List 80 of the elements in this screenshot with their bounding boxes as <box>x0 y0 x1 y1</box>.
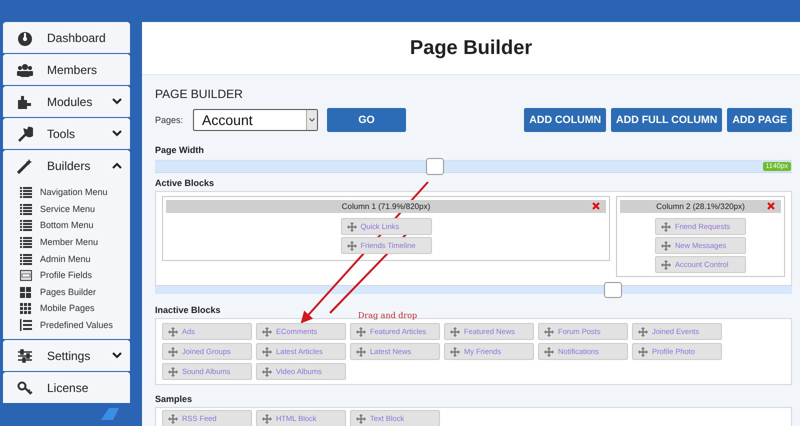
menu-icon <box>17 126 33 142</box>
move-icon <box>661 240 671 250</box>
submenu-icon <box>20 202 32 215</box>
sidebar-item[interactable]: License <box>3 372 130 404</box>
column-split-slider[interactable] <box>155 282 792 298</box>
inactive-blocks-label: Inactive Blocks <box>155 305 221 315</box>
page-width-label: Page Width <box>155 145 204 155</box>
move-icon <box>262 366 272 376</box>
submenu-item[interactable]: Pages Builder <box>20 284 130 300</box>
section-title: PAGE BUILDER <box>155 87 244 101</box>
submenu-icon <box>20 302 32 314</box>
sidebar-item[interactable]: Dashboard <box>3 22 130 53</box>
submenu-icon <box>20 252 32 265</box>
add-button[interactable]: ADD FULL COLUMN <box>611 108 722 132</box>
move-icon <box>638 346 648 356</box>
move-icon <box>346 222 356 232</box>
menu-icon <box>17 348 33 364</box>
move-icon <box>168 366 178 376</box>
sidebar-item[interactable]: Members <box>3 54 130 85</box>
sidebar-item[interactable]: Tools <box>3 118 130 149</box>
move-icon <box>544 346 554 356</box>
move-icon <box>262 326 272 336</box>
menu-icon <box>17 158 33 174</box>
caret-icon <box>309 118 316 122</box>
move-icon <box>544 326 554 336</box>
move-icon <box>661 260 671 270</box>
pages-label: Pages: <box>155 115 184 125</box>
menu-icon <box>17 380 33 396</box>
move-icon <box>168 414 178 424</box>
move-icon <box>262 346 272 356</box>
slider-handle[interactable] <box>604 282 622 298</box>
move-icon <box>356 326 366 336</box>
move-icon <box>168 346 178 356</box>
submenu-item[interactable]: Profile Fields <box>20 266 130 284</box>
move-icon <box>356 414 366 424</box>
chevron-icon <box>112 98 122 105</box>
close-icon[interactable] <box>767 202 775 210</box>
active-blocks-label: Active Blocks <box>155 178 214 188</box>
move-icon <box>346 240 356 250</box>
sidebar-item[interactable]: Settings <box>3 340 130 372</box>
submenu-icon <box>20 236 32 248</box>
submenu-item[interactable]: Service Menu <box>20 200 130 218</box>
sidebar-item[interactable]: Builders <box>3 150 130 181</box>
column-title: Column 1 (71.9%/820px) <box>166 200 606 213</box>
sidebar-item[interactable]: Modules <box>3 86 130 117</box>
submenu-item[interactable]: Predefined Values <box>20 316 130 334</box>
move-icon <box>356 346 366 356</box>
submenu-icon <box>20 286 32 298</box>
menu-icon <box>17 94 33 110</box>
samples-label: Samples <box>155 394 192 404</box>
submenu-item[interactable]: Admin Menu <box>20 250 130 267</box>
add-button[interactable]: ADD COLUMN <box>524 108 606 132</box>
move-icon <box>262 414 272 424</box>
chevron-icon <box>112 130 122 137</box>
submenu-item[interactable]: Mobile Pages <box>20 300 130 317</box>
add-button[interactable]: ADD PAGE <box>727 108 792 132</box>
menu-icon <box>17 62 33 78</box>
annotation-text: Drag and drop <box>358 311 418 320</box>
chevron-icon <box>112 162 122 169</box>
logo-shape <box>101 408 119 420</box>
move-icon <box>168 326 178 336</box>
move-icon <box>450 346 460 356</box>
slider-handle[interactable] <box>426 158 444 175</box>
go-button[interactable]: GO <box>327 108 406 132</box>
submenu-item[interactable]: Navigation Menu <box>20 184 130 201</box>
submenu-item[interactable]: Member Menu <box>20 234 130 250</box>
column-title: Column 2 (28.1%/320px) <box>620 200 781 213</box>
submenu-item[interactable]: Bottom Menu <box>20 217 130 234</box>
move-icon <box>450 326 460 336</box>
close-icon[interactable] <box>592 202 600 210</box>
submenu-icon <box>20 186 32 198</box>
page-title: Page Builder <box>410 36 532 60</box>
move-icon <box>638 326 648 336</box>
submenu-icon <box>20 319 32 332</box>
move-icon <box>661 222 671 232</box>
pages-dropdown[interactable]: Account <box>193 109 318 131</box>
submenu-icon <box>20 269 32 282</box>
submenu-icon <box>20 219 32 232</box>
menu-icon <box>17 30 33 46</box>
chevron-icon <box>112 352 122 360</box>
